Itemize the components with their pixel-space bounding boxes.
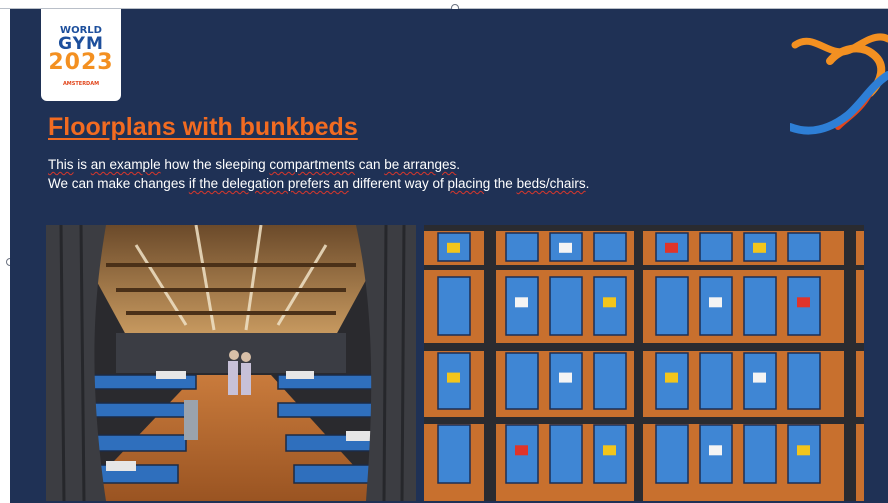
bunkbed: [549, 424, 583, 484]
bunkbed: [787, 232, 821, 262]
world-gym-logo: WORLD GYM 2023 AMSTERDAM: [41, 9, 121, 101]
body-line-2: We can make changes if the delegation pr…: [48, 174, 589, 193]
text-run: the: [490, 176, 517, 191]
text-run: if the delegation prefers an: [188, 176, 349, 191]
text-run: an example: [90, 157, 161, 172]
bedding-item: [753, 242, 766, 253]
photo-hall-bunkbeds: [46, 225, 416, 501]
bunkbed: [699, 232, 733, 262]
text-run: .: [456, 157, 461, 172]
text-run: different way of: [348, 176, 448, 191]
text-run: beds/chairs: [516, 176, 586, 191]
bedding-item: [603, 297, 616, 308]
slide-canvas: WORLD GYM 2023 AMSTERDAM Floorplans with…: [10, 9, 888, 503]
bunkbed: [655, 276, 689, 336]
text-run: placing: [447, 176, 491, 191]
logo-line-amsterdam: AMSTERDAM: [62, 81, 100, 87]
bedding-item: [447, 242, 460, 253]
text-run: can: [354, 157, 385, 172]
bedding-item: [797, 297, 810, 308]
text-run: is: [73, 157, 91, 172]
bunkbed: [437, 424, 471, 484]
text-run: This: [48, 157, 74, 172]
bedding-item: [515, 297, 528, 308]
bunkbed: [437, 276, 471, 336]
bunkbed: [549, 276, 583, 336]
slide-body-text: This is an example how the sleeping comp…: [48, 155, 589, 193]
bedding-item: [559, 242, 572, 253]
bunkbed: [787, 352, 821, 410]
bedding-item: [709, 297, 722, 308]
text-run: be arranges: [384, 157, 457, 172]
logo-line-year: 2023: [48, 50, 114, 75]
text-run: We can make changes: [48, 176, 189, 191]
bedding-item: [559, 372, 572, 383]
bunkbed: [593, 232, 627, 262]
bunkbed: [743, 276, 777, 336]
body-line-1: This is an example how the sleeping comp…: [48, 155, 589, 174]
bedding-item: [515, 445, 528, 456]
bunkbed: [743, 424, 777, 484]
text-run: how the sleeping: [160, 157, 270, 172]
bedding-item: [603, 445, 616, 456]
bunkbed: [593, 352, 627, 410]
bedding-item: [709, 445, 722, 456]
bedding-item: [797, 445, 810, 456]
bedding-item: [665, 242, 678, 253]
text-run: compartments: [269, 157, 355, 172]
bunkbed: [699, 352, 733, 410]
bedding-item: [665, 372, 678, 383]
bunkbed: [505, 352, 539, 410]
bedding-item: [447, 372, 460, 383]
text-run: .: [585, 176, 590, 191]
slide-title: Floorplans with bunkbeds: [48, 113, 358, 141]
bunkbed: [505, 232, 539, 262]
ribbon-decoration-icon: [790, 33, 888, 135]
bedding-item: [753, 372, 766, 383]
photo-floorplan-topview: [424, 225, 864, 501]
bunkbed: [655, 424, 689, 484]
